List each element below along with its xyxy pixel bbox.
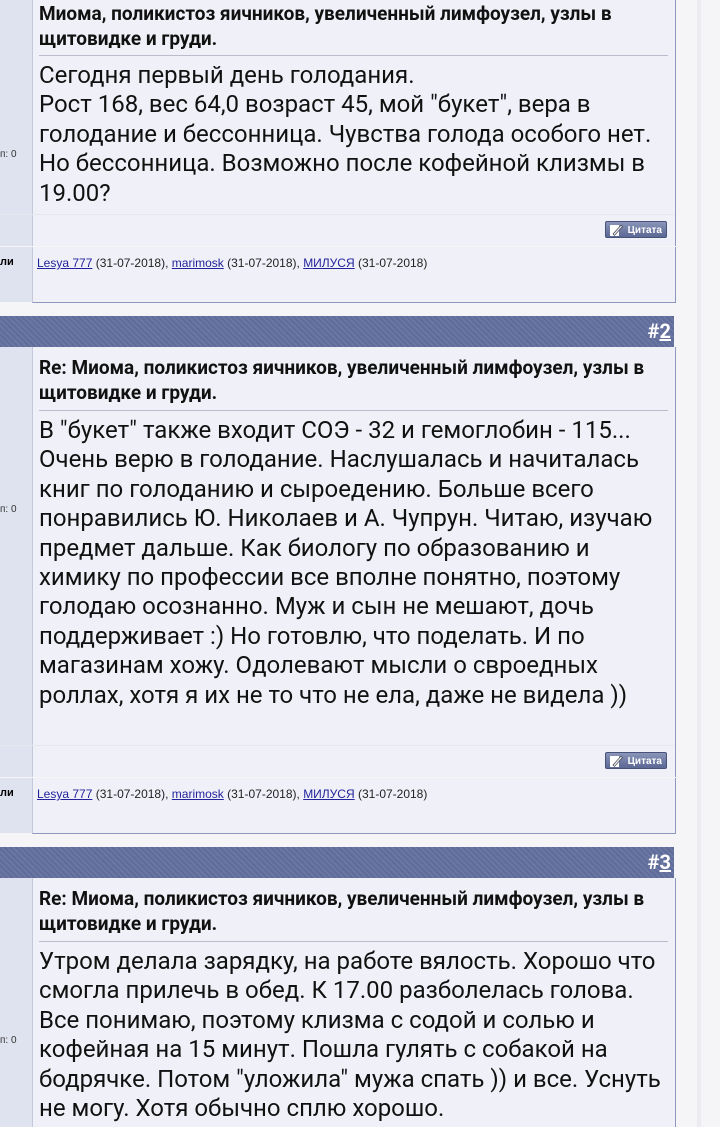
post2-title: Re: Миома, поликистоз яичников, увеличен… <box>39 356 645 404</box>
post1-separator <box>0 214 674 215</box>
post3-header: #3 <box>0 847 674 878</box>
post2-thanks-label: ли <box>0 787 14 799</box>
post1-title: Миома, поликистоз яичников, увеличенный … <box>39 2 612 50</box>
post2-header: #2 <box>0 316 674 347</box>
post1-title-divider <box>39 55 668 56</box>
post3-body: Утром делала зарядку, на работе вялость.… <box>39 947 661 1123</box>
thanks-date: (31-07-2018) <box>354 256 428 270</box>
post2-thanks-list: Lesya 777 (31-07-2018), marimosk (31-07-… <box>37 787 427 801</box>
post2-side-label: п: 0 <box>0 504 17 515</box>
post1-thanks-label: ли <box>0 256 14 268</box>
thanks-user-link[interactable]: marimosk <box>172 787 224 801</box>
post3-number-link[interactable]: 3 <box>660 850 671 874</box>
post1-body: Сегодня первый день голодания. Рост 168,… <box>39 61 652 207</box>
thanks-date: (31-07-2018) <box>354 787 428 801</box>
post2-number-link[interactable]: 2 <box>660 319 671 343</box>
thanks-user-link[interactable]: Lesya 777 <box>37 787 92 801</box>
thanks-user-link[interactable]: Lesya 777 <box>37 256 92 270</box>
post3-title-divider <box>39 941 668 942</box>
post2-body: В "букет" также входит СОЭ - 32 и гемогл… <box>39 416 653 709</box>
thanks-date: (31-07-2018), <box>92 256 172 270</box>
post1-userinfo-strip <box>0 0 32 246</box>
post1-quote-button[interactable]: Цитата <box>605 221 667 238</box>
page-edge <box>697 0 701 1127</box>
post2-quote-button[interactable]: Цитата <box>605 752 667 769</box>
post2-number: #2 <box>647 319 671 343</box>
thanks-date: (31-07-2018), <box>223 256 304 270</box>
quote-pencil-icon <box>610 755 623 767</box>
post1-side-label: п: 0 <box>0 149 17 160</box>
post3-userinfo-strip <box>0 878 32 1127</box>
thanks-date: (31-07-2018), <box>223 787 304 801</box>
quote-pencil-icon <box>610 224 623 236</box>
post3-side-label: п: 0 <box>0 1035 17 1046</box>
post1-quote-label: Цитата <box>627 225 662 236</box>
post2-userinfo-strip <box>0 347 32 777</box>
post3-title: Re: Миома, поликистоз яичников, увеличен… <box>39 887 645 935</box>
thanks-user-link[interactable]: МИЛУСЯ <box>303 256 354 270</box>
thanks-user-link[interactable]: МИЛУСЯ <box>303 787 354 801</box>
post2-separator <box>0 745 674 746</box>
post2-title-divider <box>39 410 668 411</box>
thanks-date: (31-07-2018), <box>92 787 172 801</box>
thanks-user-link[interactable]: marimosk <box>172 256 224 270</box>
post3-number: #3 <box>647 850 671 874</box>
post2-quote-label: Цитата <box>627 756 662 767</box>
post1-thanks-list: Lesya 777 (31-07-2018), marimosk (31-07-… <box>37 256 427 270</box>
